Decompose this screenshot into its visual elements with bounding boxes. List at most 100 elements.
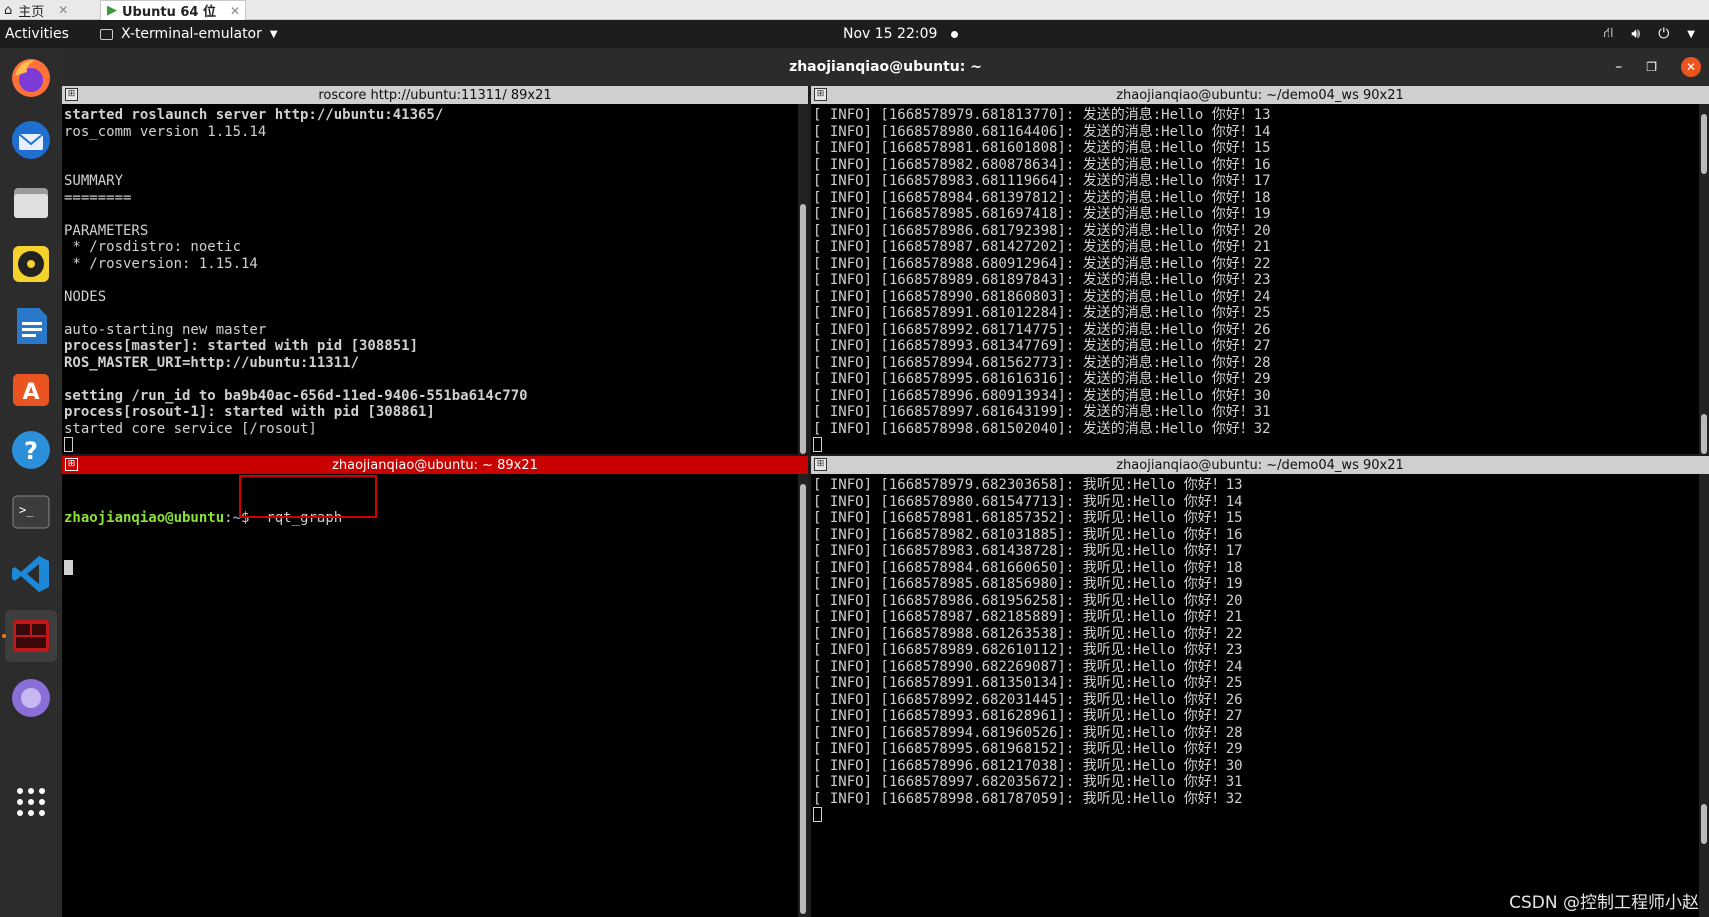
close-button[interactable]: ✕ (1681, 57, 1701, 77)
terminal-line: [ INFO] [1668578986.681956258]: 我听见:Hell… (813, 592, 1243, 609)
dock-terminal[interactable]: >_ (5, 486, 57, 538)
terminal-line: PARAMETERS (64, 222, 149, 239)
terminal-line: [ INFO] [1668578991.681012284]: 发送的消息:He… (813, 305, 1271, 321)
dock-vscode[interactable] (5, 548, 57, 600)
close-icon[interactable]: ✕ (230, 4, 240, 18)
software-icon: A (13, 374, 49, 406)
vm-tab-home[interactable]: ⌂ 主页 ✕ (4, 0, 68, 20)
group-icon[interactable]: ⊞ (814, 458, 827, 471)
app-menu[interactable]: X-terminal-emulator ▼ (100, 20, 278, 48)
terminal-pane-shell[interactable]: ⊞ zhaojianqiao@ubuntu: ~ 89x21 zhaojianq… (62, 456, 808, 917)
dock-thunderbird[interactable] (5, 114, 57, 166)
clock-label: Nov 15 22:09 (843, 26, 938, 42)
terminal-pane-subscriber[interactable]: ⊞ zhaojianqiao@ubuntu: ~/demo04_ws 90x21… (811, 456, 1709, 917)
group-icon[interactable]: ⊞ (65, 88, 78, 101)
terminal-line: auto-starting new master (64, 321, 267, 338)
show-apps-button[interactable] (5, 776, 57, 828)
scrollbar[interactable] (798, 104, 808, 454)
power-icon: ⏻ (1658, 26, 1670, 42)
activities-button[interactable]: Activities (5, 20, 69, 48)
terminator-icon (13, 620, 49, 652)
terminal-line: process[master]: started with pid [30885… (64, 338, 419, 354)
clock[interactable]: Nov 15 22:09 (843, 20, 959, 48)
terminal-line: [ INFO] [1668578981.681857352]: 我听见:Hell… (813, 510, 1243, 526)
terminal-line: [ INFO] [1668578983.681119664]: 发送的消息:He… (813, 173, 1271, 189)
terminal-line: [ INFO] [1668578998.681502040]: 发送的消息:He… (813, 420, 1271, 437)
terminal-line: [ INFO] [1668578980.681164406]: 发送的消息:He… (813, 123, 1271, 140)
pane-titlebar: ⊞ zhaojianqiao@ubuntu: ~/demo04_ws 90x21 (811, 86, 1709, 104)
window-title: zhaojianqiao@ubuntu: ~ (789, 59, 982, 75)
app-grid-icon (17, 788, 45, 816)
terminal-line: [ INFO] [1668578994.681960526]: 我听见:Hell… (813, 724, 1243, 741)
terminal-line: [ INFO] [1668578996.680913934]: 发送的消息:He… (813, 387, 1271, 404)
dock: A ? >_ (0, 48, 62, 917)
pane-title: roscore http://ubuntu:11311/ 89x21 (318, 87, 552, 103)
dock-terminator[interactable] (2, 610, 57, 662)
pane-title: zhaojianqiao@ubuntu: ~ 89x21 (332, 457, 538, 473)
terminal-line: ROS_MASTER_URI=http://ubuntu:11311/ (64, 354, 360, 371)
terminal-line: started roslaunch server http://ubuntu:4… (64, 107, 444, 123)
dock-rhythmbox[interactable] (5, 238, 57, 290)
terminal-output: zhaojianqiao@ubuntu:~$ rqt_graph (64, 477, 794, 917)
pane-titlebar: ⊞ zhaojianqiao@ubuntu: ~/demo04_ws 90x21 (811, 456, 1709, 474)
dock-app[interactable] (5, 672, 57, 724)
terminal-cursor (64, 437, 73, 452)
pane-titlebar: ⊞ roscore http://ubuntu:11311/ 89x21 (62, 86, 808, 104)
home-icon: ⌂ (4, 2, 13, 18)
terminal-line: [ INFO] [1668578994.681562773]: 发送的消息:He… (813, 354, 1271, 371)
terminal-line: [ INFO] [1668578979.682303658]: 我听见:Hell… (813, 477, 1243, 493)
terminal-line: [ INFO] [1668578992.682031445]: 我听见:Hell… (813, 691, 1243, 708)
svg-text:?: ? (24, 437, 38, 465)
terminal-line: [ INFO] [1668578986.681792398]: 发送的消息:He… (813, 222, 1271, 239)
terminal-line: [ INFO] [1668578984.681660650]: 我听见:Hell… (813, 559, 1243, 576)
group-icon[interactable]: ⊞ (65, 458, 78, 471)
terminal-line: [ INFO] [1668578982.681031885]: 我听见:Hell… (813, 526, 1243, 543)
system-tray[interactable]: ⛙ 🔊︎ ⏻ ▼ (1604, 20, 1695, 48)
maximize-button[interactable]: ❐ (1646, 60, 1657, 74)
terminal-line: [ INFO] [1668578991.681350134]: 我听见:Hell… (813, 675, 1243, 691)
dock-firefox[interactable] (5, 52, 57, 104)
terminal-line: [ INFO] [1668578997.682035672]: 我听见:Hell… (813, 774, 1243, 790)
terminal-pane-roscore[interactable]: ⊞ roscore http://ubuntu:11311/ 89x21 sta… (62, 86, 808, 454)
terminal-line: [ INFO] [1668578980.681547713]: 我听见:Hell… (813, 493, 1243, 510)
minimize-button[interactable]: – (1615, 59, 1622, 75)
vm-tab-ubuntu[interactable]: ▶ Ubuntu 64 位 ✕ (100, 0, 246, 20)
dock-writer[interactable] (5, 300, 57, 352)
app-icon (12, 679, 50, 717)
terminal-output: [ INFO] [1668578979.682303658]: 我听见:Hell… (813, 477, 1695, 917)
terminal-line: [ INFO] [1668578985.681697418]: 发送的消息:He… (813, 206, 1271, 222)
network-icon: ⛙ (1603, 25, 1614, 41)
vscode-icon (12, 556, 49, 592)
terminal-line: ros_comm version 1.15.14 (64, 123, 267, 140)
group-icon[interactable]: ⊞ (814, 88, 827, 101)
scrollbar[interactable] (1699, 104, 1709, 454)
scrollbar[interactable] (798, 474, 808, 917)
caret-down-icon: ▼ (269, 28, 278, 40)
firefox-icon (12, 59, 50, 97)
terminal-line: [ INFO] [1668578982.680878634]: 发送的消息:He… (813, 156, 1271, 173)
terminal-line: [ INFO] [1668578987.681427202]: 发送的消息:He… (813, 239, 1271, 255)
watermark: CSDN @控制工程师小赵 (1509, 893, 1699, 913)
vm-tab-home-label: 主页 (18, 4, 45, 20)
terminal-line: [ INFO] [1668578992.681714775]: 发送的消息:He… (813, 321, 1271, 338)
terminal-line: [ INFO] [1668578993.681628961]: 我听见:Hell… (813, 708, 1243, 724)
vm-tab-strip: ⌂ 主页 ✕ ▶ Ubuntu 64 位 ✕ (0, 0, 1709, 20)
window-titlebar[interactable]: zhaojianqiao@ubuntu: ~ – ❐ ✕ (62, 48, 1709, 86)
dock-software[interactable]: A (5, 362, 57, 414)
terminal-pane-publisher[interactable]: ⊞ zhaojianqiao@ubuntu: ~/demo04_ws 90x21… (811, 86, 1709, 454)
terminal-line: [ INFO] [1668578995.681968152]: 我听见:Hell… (813, 741, 1243, 757)
terminal-output: started roslaunch server http://ubuntu:4… (64, 107, 794, 454)
rhythmbox-icon (13, 246, 49, 282)
terminal-line: [ INFO] [1668578979.681813770]: 发送的消息:He… (813, 107, 1271, 123)
close-icon[interactable]: ✕ (58, 3, 68, 17)
terminal-cursor (813, 807, 822, 822)
terminal-line: [ INFO] [1668578995.681616316]: 发送的消息:He… (813, 371, 1271, 387)
window-controls: – ❐ ✕ (1615, 48, 1701, 86)
dock-files[interactable] (5, 176, 57, 228)
scrollbar[interactable] (1699, 474, 1709, 917)
vm-tab-ubuntu-label: Ubuntu 64 位 (122, 5, 216, 20)
dock-help[interactable]: ? (5, 424, 57, 476)
volume-icon: 🔊︎ (1631, 26, 1641, 42)
